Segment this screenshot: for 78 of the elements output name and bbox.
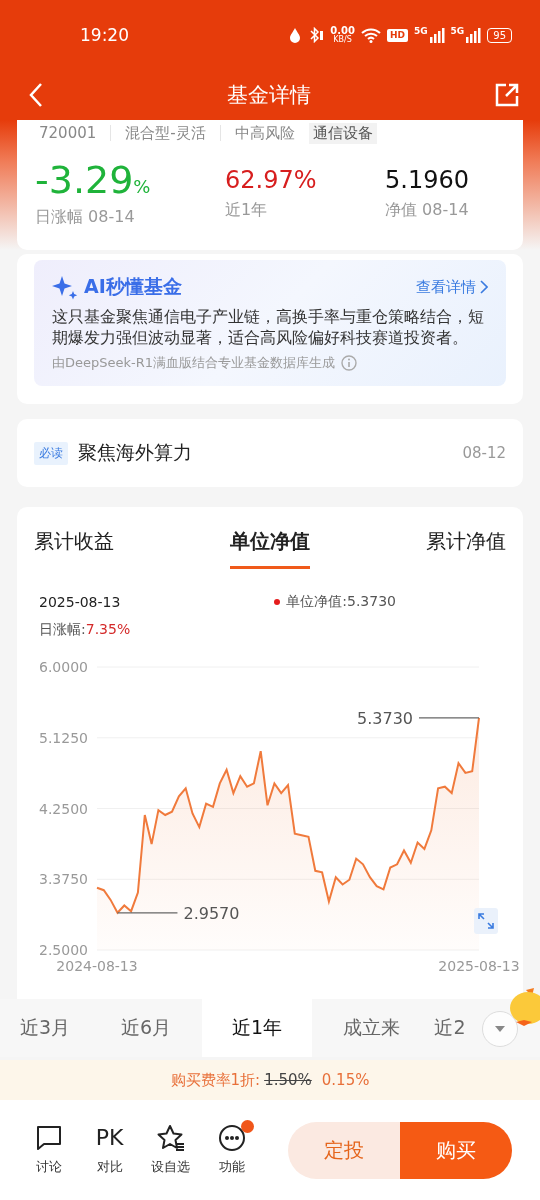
stat-label: 近1年: [225, 200, 269, 221]
expand-icon: [477, 912, 495, 930]
x-axis-label: 2024-08-13: [56, 958, 138, 974]
annotation-label: 2.9570: [183, 903, 240, 923]
news-card[interactable]: 必读 聚焦海外算力 08-12: [17, 419, 523, 487]
share-icon[interactable]: [494, 82, 520, 108]
sector-tag: 通信设备: [308, 122, 377, 144]
range-tab[interactable]: 近2: [430, 999, 470, 1057]
pk-glyph: PK: [95, 1124, 124, 1152]
ai-source-note: 由DeepSeek-R1满血版结合专业基金数据库生成: [52, 354, 336, 372]
chat-icon: [34, 1124, 63, 1152]
range-tab[interactable]: 近6月: [90, 999, 202, 1057]
stat-value: 62.97%: [225, 165, 318, 196]
ai-title: AI秒懂基金: [84, 274, 182, 299]
info-icon[interactable]: [341, 355, 358, 371]
chart-tab[interactable]: 累计净值: [426, 525, 506, 569]
drop-icon: [288, 27, 303, 43]
signal-icon: [428, 27, 445, 43]
ai-summary-text: 这只基金聚焦通信电子产业链，高换手率与重仓策略结合，短期爆发力强但波动显著，适合高风险偏好科技赛道投资者。: [52, 306, 485, 348]
y-axis-label: 5.1250: [39, 729, 88, 746]
fee-label: 购买费率1折:: [170, 1070, 261, 1090]
toolbar-item[interactable]: 功能: [201, 1124, 262, 1176]
y-axis-label: 6.0000: [39, 659, 88, 675]
chart-date: 2025-08-13: [39, 594, 121, 610]
y-axis-label: 4.2500: [39, 800, 88, 817]
range-tab[interactable]: 近1年: [202, 999, 312, 1057]
discount-fee: 0.15%: [321, 1071, 370, 1089]
news-date: 08-12: [462, 444, 506, 462]
stat-label: 净值 08-14: [385, 200, 470, 221]
fund-tag: 中高风险: [230, 122, 299, 144]
caret-down-icon: [495, 1026, 505, 1032]
toolbar-item[interactable]: PK 对比: [79, 1124, 140, 1176]
hd-indicator: HD: [386, 28, 408, 42]
expand-button[interactable]: [474, 908, 498, 934]
back-icon[interactable]: [28, 82, 44, 108]
speed-unit: KB/S: [333, 36, 352, 44]
chart-tab[interactable]: 累计收益: [34, 525, 114, 569]
stat-label: 日涨幅 08-14: [35, 207, 136, 228]
legend-value: 单位净值:5.3730: [286, 593, 396, 611]
annotation-label: 5.3730: [357, 708, 413, 728]
daily-change-value: 7.35%: [85, 621, 131, 639]
signal-icon: [465, 27, 482, 43]
x-axis-label: 2025-08-13: [438, 958, 520, 974]
old-fee: 1.50%: [264, 1071, 312, 1089]
range-tab[interactable]: 近3月: [0, 999, 90, 1057]
y-axis-label: 3.3750: [39, 871, 88, 888]
network-speed: 0.00: [330, 26, 355, 36]
toolbar-label: 设自选: [151, 1158, 190, 1176]
must-read-badge: 必读: [34, 441, 68, 465]
battery-indicator: 95: [487, 27, 512, 43]
stat-value: -3.29%: [35, 160, 152, 204]
stat-value: 5.1960: [385, 165, 470, 196]
toolbar-label: 对比: [96, 1158, 123, 1176]
status-time: 19:20: [80, 25, 129, 45]
fund-tag: 混合型-灵活: [121, 122, 210, 144]
daily-change-label: 日涨幅:: [39, 621, 86, 639]
toolbar-item[interactable]: 设自选: [140, 1124, 201, 1176]
star-list-icon: [155, 1124, 186, 1152]
network-type: 5G: [413, 27, 428, 36]
bluetooth-icon: [308, 27, 325, 43]
toolbar-label: 讨论: [35, 1158, 62, 1176]
view-details-link[interactable]: 查看详情: [416, 277, 488, 297]
toolbar-item[interactable]: 讨论: [18, 1124, 79, 1176]
network-type: 5G: [450, 27, 465, 36]
toolbar-label: 功能: [218, 1158, 245, 1176]
y-axis-label: 2.5000: [39, 942, 88, 958]
more-ranges-button[interactable]: [482, 1011, 518, 1047]
news-title: 聚焦海外算力: [78, 440, 192, 465]
more-icon: [217, 1124, 246, 1152]
chart-tab[interactable]: 单位净值: [230, 525, 310, 569]
page-title: 基金详情: [227, 82, 311, 109]
leader-line: [116, 912, 179, 914]
chevron-right-icon: [480, 280, 488, 294]
sparkle-icon: [52, 274, 78, 300]
wifi-icon: [360, 27, 381, 43]
range-tab[interactable]: 成立来: [312, 999, 430, 1057]
leader-line: [418, 717, 480, 719]
fund-code: 720001: [38, 123, 98, 143]
